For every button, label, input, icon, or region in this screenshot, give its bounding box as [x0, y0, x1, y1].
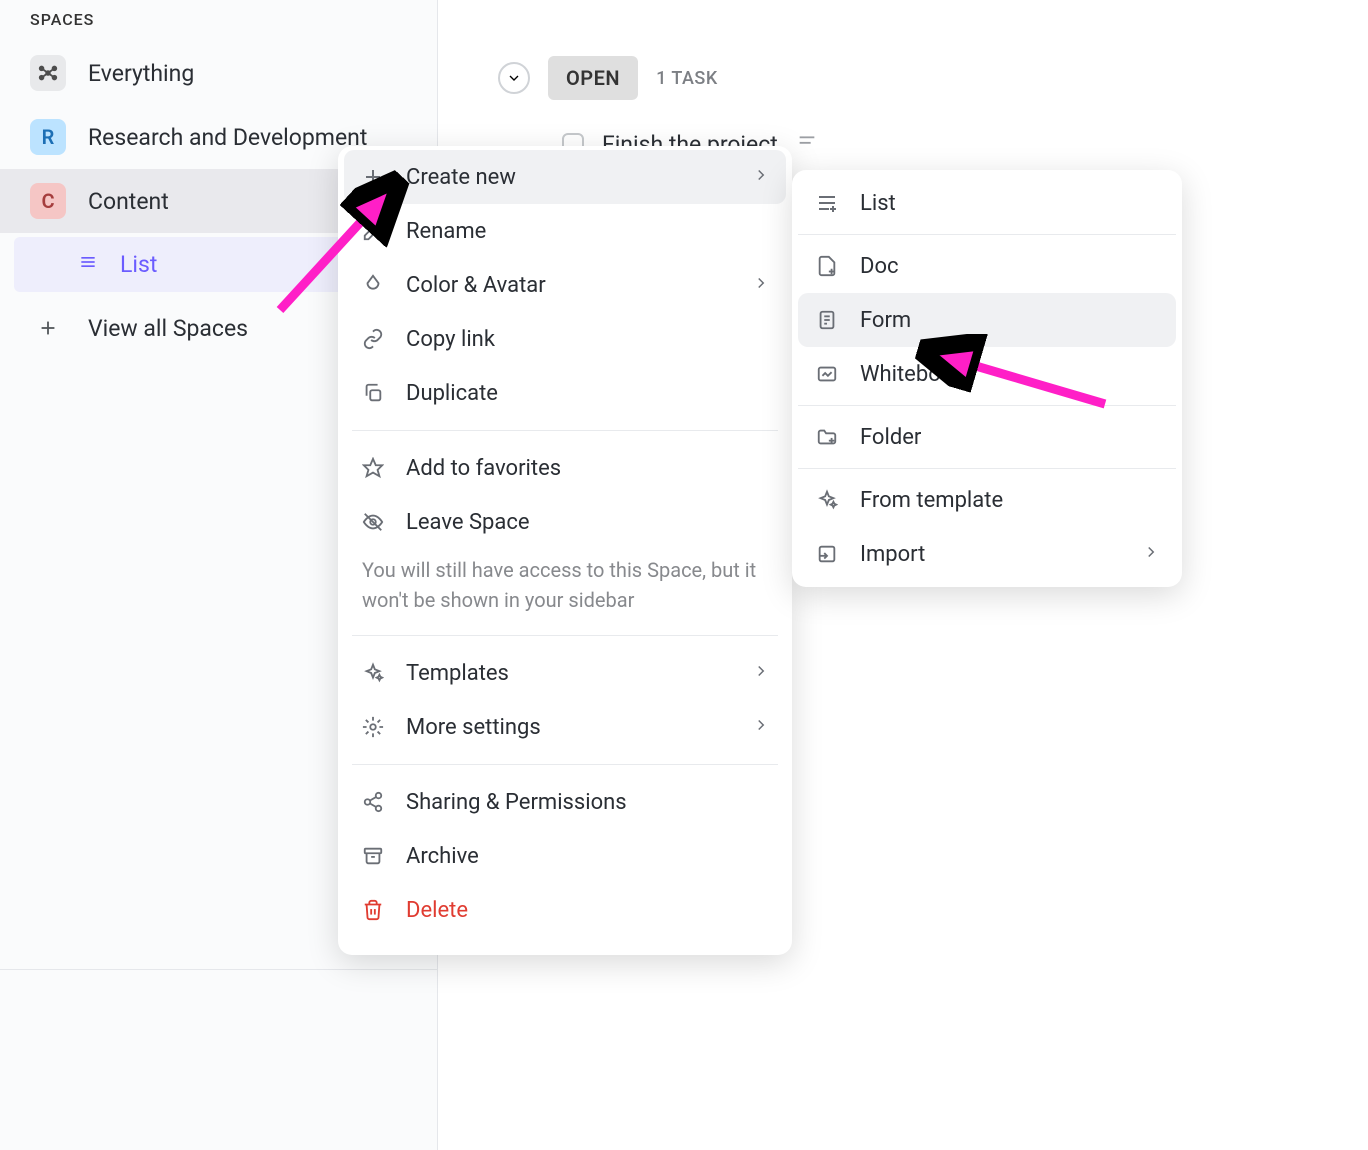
submenu-from-template[interactable]: From template	[798, 473, 1176, 527]
sidebar-item-label: Everything	[88, 60, 194, 87]
menu-item-label: Doc	[860, 254, 899, 279]
menu-duplicate[interactable]: Duplicate	[344, 366, 786, 420]
submenu-form[interactable]: Form	[798, 293, 1176, 347]
plus-icon	[360, 164, 386, 190]
list-icon	[814, 190, 840, 216]
menu-divider	[352, 635, 778, 636]
menu-sharing[interactable]: Sharing & Permissions	[344, 775, 786, 829]
menu-item-label: Color & Avatar	[406, 273, 546, 298]
sparkle-icon	[360, 660, 386, 686]
chevron-right-icon	[752, 661, 770, 686]
sidebar-header: SPACES	[0, 10, 437, 41]
submenu-divider	[798, 468, 1176, 469]
whiteboard-icon	[814, 361, 840, 387]
task-count: 1 TASK	[656, 68, 718, 89]
list-icon	[78, 251, 98, 278]
submenu-divider	[798, 405, 1176, 406]
menu-item-label: Templates	[406, 661, 509, 686]
create-new-submenu: List Doc Form Whiteboard Folder	[792, 170, 1182, 587]
submenu-whiteboard[interactable]: Whiteboard	[798, 347, 1176, 401]
menu-item-label: Whiteboard	[860, 362, 972, 387]
menu-item-label: From template	[860, 488, 1003, 513]
sidebar-item-everything[interactable]: Everything	[0, 41, 437, 105]
sidebar-item-label: List	[120, 251, 157, 278]
trash-icon	[360, 897, 386, 923]
doc-icon	[814, 253, 840, 279]
menu-leave-space[interactable]: Leave Space	[344, 495, 786, 549]
space-c-icon: C	[30, 183, 66, 219]
everything-icon	[30, 55, 66, 91]
chevron-right-icon	[752, 165, 770, 190]
form-icon	[814, 307, 840, 333]
sidebar-item-label: Content	[88, 188, 169, 215]
pencil-icon	[360, 218, 386, 244]
menu-color-avatar[interactable]: Color & Avatar	[344, 258, 786, 312]
share-icon	[360, 789, 386, 815]
collapse-button[interactable]	[498, 62, 530, 94]
folder-icon	[814, 424, 840, 450]
menu-item-label: Add to favorites	[406, 456, 561, 481]
plus-icon	[30, 310, 66, 346]
menu-archive[interactable]: Archive	[344, 829, 786, 883]
menu-item-label: Archive	[406, 844, 479, 869]
sidebar-divider	[0, 969, 437, 970]
task-group-header: OPEN 1 TASK	[498, 56, 1308, 100]
chevron-down-icon	[506, 70, 522, 86]
task-menu-icon[interactable]	[796, 130, 818, 158]
star-icon	[360, 455, 386, 481]
menu-item-label: Copy link	[406, 327, 495, 352]
context-menu: Create new Rename Color & Avatar Copy li…	[338, 146, 792, 955]
sparkle-icon	[814, 487, 840, 513]
menu-item-label: Sharing & Permissions	[406, 790, 627, 815]
chevron-right-icon	[752, 273, 770, 298]
submenu-list[interactable]: List	[798, 176, 1176, 230]
chevron-right-icon	[1142, 542, 1160, 567]
copy-icon	[360, 380, 386, 406]
menu-templates[interactable]: Templates	[344, 646, 786, 700]
archive-icon	[360, 843, 386, 869]
submenu-folder[interactable]: Folder	[798, 410, 1176, 464]
menu-more-settings[interactable]: More settings	[344, 700, 786, 754]
chevron-right-icon	[752, 715, 770, 740]
menu-item-label: Rename	[406, 219, 486, 244]
menu-item-label: Create new	[406, 165, 516, 190]
menu-item-label: Import	[860, 542, 925, 567]
import-icon	[814, 541, 840, 567]
menu-copy-link[interactable]: Copy link	[344, 312, 786, 366]
menu-item-label: Duplicate	[406, 381, 498, 406]
submenu-import[interactable]: Import	[798, 527, 1176, 581]
menu-create-new[interactable]: Create new	[344, 150, 786, 204]
menu-item-label: Folder	[860, 425, 921, 450]
link-icon	[360, 326, 386, 352]
space-r-icon: R	[30, 119, 66, 155]
status-open-badge[interactable]: OPEN	[548, 56, 638, 100]
menu-item-label: Leave Space	[406, 510, 530, 535]
sidebar-item-label: View all Spaces	[88, 315, 248, 342]
menu-favorites[interactable]: Add to favorites	[344, 441, 786, 495]
menu-item-label: Form	[860, 308, 911, 333]
submenu-divider	[798, 234, 1176, 235]
menu-delete[interactable]: Delete	[344, 883, 786, 937]
menu-item-label: Delete	[406, 898, 468, 923]
droplet-icon	[360, 272, 386, 298]
menu-item-label: More settings	[406, 715, 541, 740]
menu-divider	[352, 764, 778, 765]
menu-leave-note: You will still have access to this Space…	[344, 549, 786, 625]
menu-divider	[352, 430, 778, 431]
gear-icon	[360, 714, 386, 740]
menu-item-label: List	[860, 191, 896, 216]
sidebar-item-label: Research and Development	[88, 124, 367, 151]
menu-rename[interactable]: Rename	[344, 204, 786, 258]
submenu-doc[interactable]: Doc	[798, 239, 1176, 293]
eye-off-icon	[360, 509, 386, 535]
